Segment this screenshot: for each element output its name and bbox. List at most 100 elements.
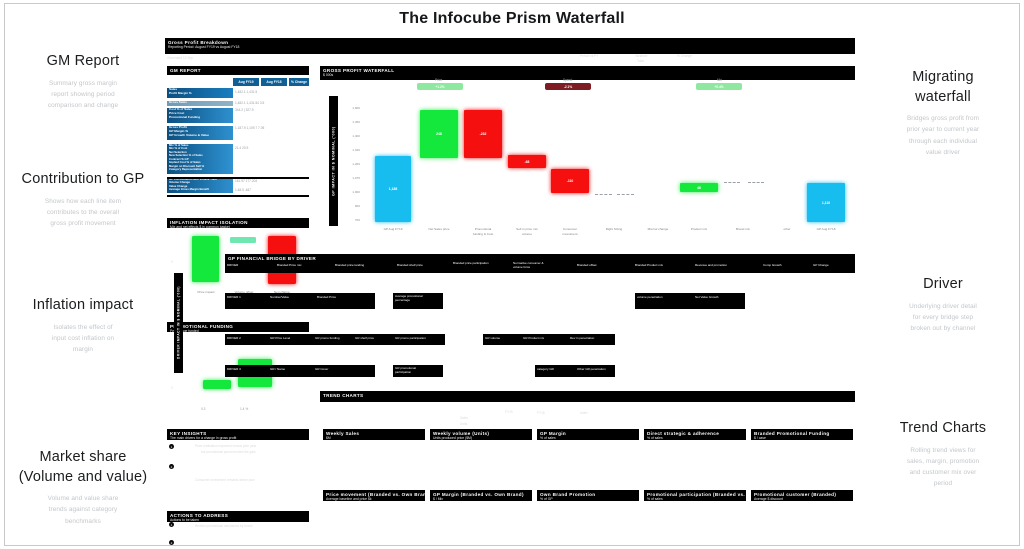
panel-subtitle: The main drivers for a change in gross p… [170,436,237,440]
trend-legend-4: Sales [460,416,468,420]
action-card-2: Own Brand Promotion % of GP [537,490,639,501]
gm-col-header-2: % Change [289,78,309,86]
gm-row-values-6: 1.48.5 .487 [235,188,251,192]
gm-row-values-0: 1,482.1 1,431.5 [235,90,258,94]
annotation-title: Inflation impact [32,297,134,313]
driver-row-2-c4: GR promo participation [395,336,426,340]
waterfall-bar-0: 1,188 [375,156,411,222]
inflation-bar-0 [192,236,219,282]
waterfall-bar-2: -232 [464,110,502,158]
driver-hdr-9: Comp Growth [763,263,782,267]
gm-table-divider-top [167,177,309,179]
annotation-migrating-waterfall: Migrating waterfall Bridges gross profit… [858,68,1024,158]
annotation-inflation-impact: Inflation impact Isolates the effect of … [0,296,168,355]
waterfall-flat-8 [724,182,740,183]
annotation-driver: Driver Underlying driver detail for ever… [858,275,1024,334]
inflation-xlabel-0: Price impact [197,290,215,294]
breakdown-meta-3: Variance [635,54,648,58]
card-subtitle: $ / Mix [433,497,443,501]
driver-row-1-c1: Number/Value [270,295,289,299]
driver-row-1-c4: Average promotional percentage [395,294,423,302]
waterfall-badge-label-0: Price [435,78,443,82]
promo-axis-mark: 0 [171,386,173,390]
gm-row-label-4: Mix % of Sales Mix % of Cost Net Selecti… [167,144,233,174]
waterfall-xlabel-7: Product mix [690,227,708,231]
trend-legend-3: Index [580,411,588,415]
waterfall-bar-4: -110 [551,169,589,193]
waterfall-flat-9 [748,182,764,183]
waterfall-xlabel-2: Promotional funding & Cost [472,227,494,236]
waterfall-xlabel-6: Mix/vol change [647,227,669,231]
badge-value: +0.4% [714,84,724,89]
annotation-title: Market share (Volume and value) [18,449,148,485]
gm-row-label-1: Gross Sales [167,101,233,106]
gm-col-header-0: Aug FY19 [233,78,259,86]
breakdown-meta-4: % Change [677,54,692,58]
annotation-contribution-to-gp: Contribution to GP Shows how each line i… [0,170,168,229]
trend-card-1: Weekly volume (Units) Units produced pri… [430,429,532,440]
waterfall-xlabel-1: Net Sales price [428,227,450,231]
waterfall-bar-1: 248 [420,110,458,158]
trend-legend-5: Units [460,422,468,426]
driver-hdr-7: Branded Product mix [635,263,664,267]
driver-row-3-c2: GR Cover [315,367,329,371]
annotation-trend-charts: Trend Charts Rolling trend views for sal… [858,419,1024,489]
driver-hdr-8: Revenue and promotion [695,263,728,267]
y-tick-7: 900 [354,204,360,208]
panel-subtitle: Mix and net effects $ in common basket [170,225,230,228]
gm-row-label-3: Gross Profit GP Margin % GP Growth Volum… [167,126,233,140]
gm-row-values-5: 161.97 177.204 [235,179,258,183]
card-subtitle: % of sales [647,497,663,501]
card-subtitle: Average $ discount [754,497,783,501]
annotation-title: Migrating waterfall [912,69,974,105]
annotation-market-share: Market share (Volume and value) Volume a… [0,448,168,527]
annotation-subtitle: Bridges gross profit from prior year to … [906,115,980,156]
gm-row-label-5: GP Consolidation with Volume Yield Volum… [167,178,233,193]
panel-header-breakdown: Gross Profit Breakdown Reporting Period:… [165,38,855,54]
driver-hdr-4: Branded price participation [453,261,489,265]
action-card-1: GP Margin (Branded vs. Own Brand) $ / Mi… [430,490,532,501]
driver-y-axis-label: DRIVER IMPACT IN $ NOMINAL ('000) [174,273,183,373]
gm-row-label-2: Cost % of Sales Price Cost Promotional F… [167,108,233,123]
y-tick-6: 1,000 [352,190,360,194]
waterfall-badge-label-2: Mix [717,78,722,82]
card-subtitle: $ / case [754,436,766,440]
driver-row-1-seg-a [225,293,375,309]
card-subtitle: % of GP [540,497,553,501]
driver-row-1-c8: volume penetration [637,295,663,299]
panel-header-insights: KEY INSIGHTS The main drivers for a chan… [167,429,309,440]
waterfall-xlabel-5: Right Sizing [605,227,623,231]
panel-subtitle: Percentage funded [170,329,199,332]
panel-header-waterfall: GROSS PROFIT WATERFALL $ 000s [320,66,855,80]
breakdown-meta-1: Generated 12 Sep [167,56,194,60]
gm-row-label-0: Sales Profit Margin % [167,88,233,98]
driver-row-2-c1: GR Price Level [270,336,291,340]
badge-value: -2.1% [563,84,573,89]
driver-row-3-c1: GR / Name [270,367,286,371]
waterfall-badge-2: +0.4% [696,83,742,90]
panel-header-inflation: INFLATION IMPACT ISOLATION Mix and net e… [167,218,309,228]
annotation-subtitle: Isolates the effect of input cost inflat… [51,323,115,353]
insight-bullet-2: 2 [169,464,174,469]
driver-row-1-c2: Branded Price [317,295,337,299]
panel-title: TREND CHARTS [323,392,364,398]
driver-hdr-0: DRIVER [227,263,239,267]
driver-hdr-1: Branded Price mix [277,263,302,267]
card-subtitle: Average baseline and price $k [326,497,372,501]
waterfall-y-axis-label: GP IMPACT IN $ NOMINAL ('000) [329,96,338,226]
driver-header-cells: DRIVER Branded Price mix Branded price l… [225,260,855,273]
action-card-3: Promotional participation (Branded vs. O… [644,490,746,501]
promo-bar-0 [203,380,231,389]
annotation-subtitle: Summary gross margin report showing peri… [47,79,119,109]
action-card-4: Promotional customer (Branded) Average $… [751,490,853,501]
waterfall-xlabel-10: GP Aug FY18 [816,227,836,231]
driver-row-1-c9: Net Value Growth [695,295,719,299]
card-subtitle: $M [326,436,331,440]
y-tick-0: 1,600 [352,106,360,110]
gm-col-header-1: Aug FY18 [261,78,287,86]
waterfall-bar-3: -68 [508,155,546,168]
annotation-title: Trend Charts [899,420,987,436]
trend-card-3: Direct strategic & adherence % of sales [644,429,746,440]
panel-header-promo: PROMOTIONAL FUNDING Percentage funded [167,322,309,332]
y-tick-8: 700 [354,218,360,222]
